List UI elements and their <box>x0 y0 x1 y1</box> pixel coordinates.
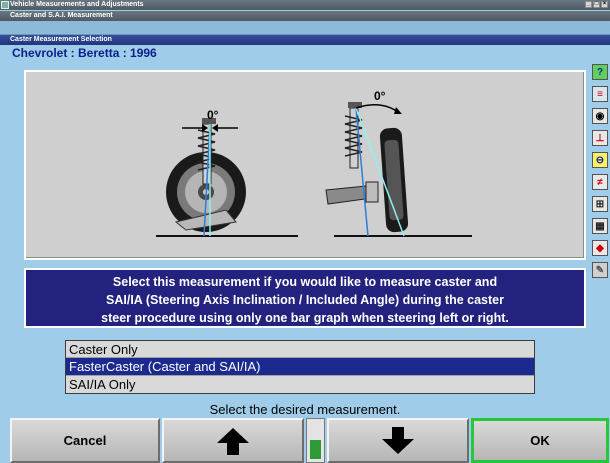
gauge-icon[interactable]: ≡ <box>592 86 608 102</box>
caster-icon[interactable]: ⊞ <box>592 196 608 212</box>
description-line-1: Select this measurement if you would lik… <box>112 275 498 289</box>
toolbar-strip <box>0 21 610 35</box>
print-icon[interactable]: ◆ <box>592 240 608 256</box>
angle-arc-right <box>355 104 399 113</box>
dialog-titlebar: Caster Measurement Selection <box>0 35 610 45</box>
steering-icon[interactable]: ⊖ <box>592 152 608 168</box>
app-icon <box>1 1 9 9</box>
right-toolbar: ? ≡ ◉ ⊥ ⊖ ≠ ⊞ ▦ ◆ ✎ <box>590 60 610 280</box>
strut-right <box>344 102 363 169</box>
measurement-list[interactable]: Caster Only FasterCaster (Caster and SAI… <box>65 340 535 394</box>
subtitle-text: Caster and S.A.I. Measurement <box>10 12 113 19</box>
ok-button[interactable]: OK <box>471 418 609 463</box>
list-position-fill <box>310 439 321 459</box>
up-button[interactable] <box>162 418 304 463</box>
target-icon[interactable]: ◉ <box>592 108 608 124</box>
window-title: Vehicle Measurements and Adjustments <box>10 1 144 8</box>
window-titlebar: Vehicle Measurements and Adjustments _ □… <box>0 0 610 10</box>
prompt-text: Select the desired measurement. <box>209 402 401 417</box>
angle-label-right: 0° <box>374 89 386 103</box>
measure-icon[interactable]: ▦ <box>592 218 608 234</box>
description-line-2: SAI/IA (Steering Axis Inclination / Incl… <box>106 293 504 307</box>
down-arrow-icon <box>382 426 414 454</box>
angle-label-left: 0° <box>207 108 219 122</box>
caster-diagram-image: 0° 0° <box>156 89 472 237</box>
help-icon[interactable]: ? <box>592 64 608 80</box>
application-window: Vehicle Measurements and Adjustments _ □… <box>0 0 610 463</box>
list-position-indicator <box>306 418 325 463</box>
vehicle-label: Chevrolet : Beretta : 1996 <box>12 46 157 60</box>
down-button[interactable] <box>327 418 469 463</box>
caster-diagram: 0° 0° <box>24 70 586 260</box>
subtitle-bar: Caster and S.A.I. Measurement <box>0 11 610 21</box>
tool-icon[interactable]: ✎ <box>592 262 608 278</box>
list-item-caster-only[interactable]: Caster Only <box>66 341 534 359</box>
close-icon[interactable]: × <box>601 1 608 8</box>
alignment-icon[interactable]: ⊥ <box>592 130 608 146</box>
maximize-icon[interactable]: □ <box>593 1 600 8</box>
list-item-fastercaster[interactable]: FasterCaster (Caster and SAI/IA) <box>66 358 534 376</box>
description-line-3: steer procedure using only one bar graph… <box>101 311 509 325</box>
up-arrow-icon <box>217 427 249 455</box>
minimize-icon[interactable]: _ <box>585 1 592 8</box>
description-banner: Select this measurement if you would lik… <box>24 268 586 328</box>
cancel-button[interactable]: Cancel <box>10 418 160 463</box>
list-item-sai-ia-only[interactable]: SAI/IA Only <box>66 375 534 393</box>
dialog-title: Caster Measurement Selection <box>10 36 112 43</box>
ok-label: OK <box>530 433 550 448</box>
camber-icon[interactable]: ≠ <box>592 174 608 190</box>
window-controls: _ □ × <box>585 1 608 9</box>
cancel-label: Cancel <box>63 433 107 448</box>
